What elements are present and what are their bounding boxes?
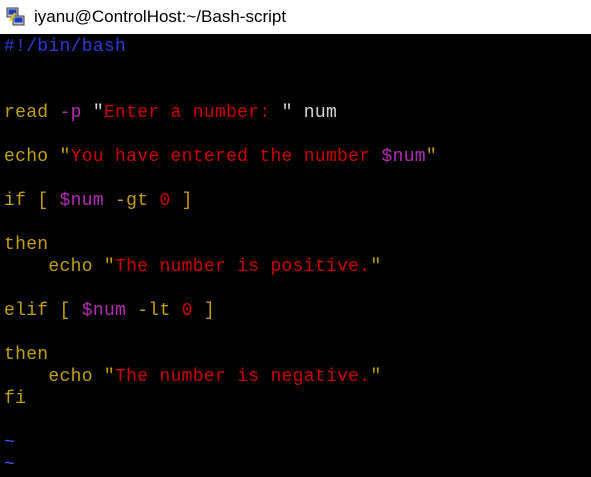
- empty-buffer-marker: ~: [4, 454, 15, 476]
- vim-editor[interactable]: #!/bin/bash read -p "Enter a number: " nu…: [0, 34, 591, 477]
- code-token: ": [59, 147, 71, 167]
- code-token: The number is negative.: [115, 367, 371, 387]
- code-token: #!/bin/bash: [4, 37, 127, 57]
- terminal-window: iyanu@ControlHost:~/Bash-script #!/bin/b…: [0, 0, 591, 477]
- title-bar[interactable]: iyanu@ControlHost:~/Bash-script: [0, 0, 591, 34]
- code-token: [: [59, 301, 82, 321]
- code-token: Enter a number:: [103, 103, 282, 123]
- code-token: ": [370, 257, 382, 277]
- code-token: elif: [4, 301, 60, 321]
- code-token: " num: [281, 103, 338, 123]
- code-line: if [ $num -gt 0 ]: [4, 190, 193, 212]
- code-token: $num: [381, 147, 426, 167]
- code-token: [: [37, 191, 60, 211]
- code-token: ]: [170, 191, 193, 211]
- code-token: $num: [59, 191, 104, 211]
- code-token: ": [425, 147, 438, 167]
- code-token: ~: [4, 455, 16, 475]
- code-line: echo "The number is negative.": [4, 366, 381, 388]
- code-line: then: [4, 344, 48, 366]
- code-token: -lt: [126, 301, 182, 321]
- code-token: The number is positive.: [115, 257, 371, 277]
- code-token: -gt: [103, 191, 160, 211]
- code-line: #!/bin/bash: [4, 36, 126, 58]
- code-token: 0: [181, 301, 193, 321]
- code-token: fi: [4, 389, 27, 409]
- code-token: ": [103, 367, 116, 387]
- code-token: ": [92, 103, 104, 123]
- code-token: -p: [59, 103, 93, 123]
- code-token: You have entered the number: [70, 147, 382, 167]
- code-token: echo: [4, 147, 60, 167]
- code-line: read -p "Enter a number: " num: [4, 102, 337, 124]
- code-line: elif [ $num -lt 0 ]: [4, 300, 215, 322]
- code-token: ]: [192, 301, 215, 321]
- code-line: fi: [4, 388, 26, 410]
- window-title: iyanu@ControlHost:~/Bash-script: [34, 7, 287, 26]
- code-token: ": [370, 367, 382, 387]
- empty-buffer-marker: ~: [4, 432, 15, 454]
- code-token: read: [4, 103, 60, 123]
- code-line: echo "The number is positive.": [4, 256, 381, 278]
- code-line: echo "You have entered the number $num": [4, 146, 437, 168]
- code-token: ": [103, 257, 116, 277]
- code-token: ~: [4, 433, 16, 453]
- code-token: then: [4, 345, 49, 365]
- code-token: 0: [159, 191, 171, 211]
- code-token: if: [4, 191, 38, 211]
- code-token: echo: [4, 367, 104, 387]
- code-token: $num: [81, 301, 127, 321]
- code-line: then: [4, 234, 48, 256]
- putty-icon: [6, 7, 25, 26]
- code-token: then: [4, 235, 49, 255]
- code-token: echo: [4, 257, 104, 277]
